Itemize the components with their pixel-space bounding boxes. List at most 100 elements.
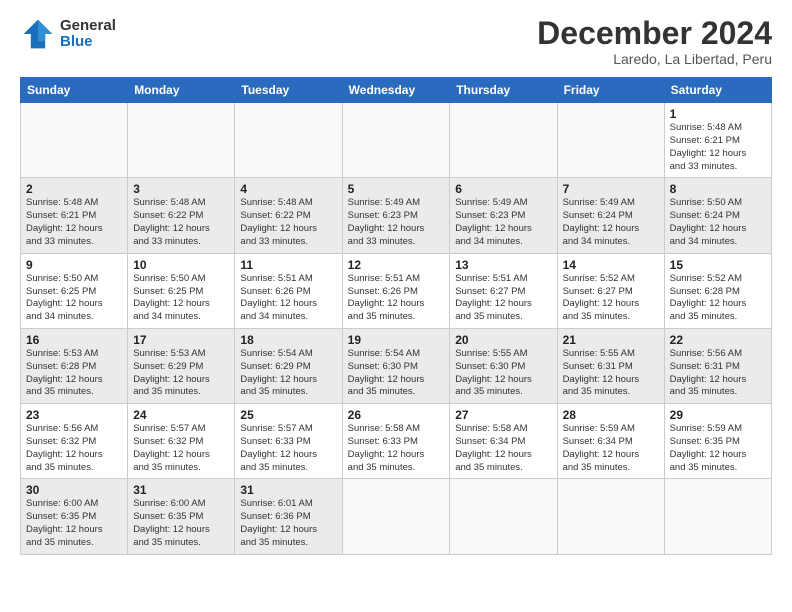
calendar-cell: 31Sunrise: 6:01 AM Sunset: 6:36 PM Dayli… <box>235 479 342 554</box>
day-number: 28 <box>563 408 659 422</box>
day-number: 31 <box>240 483 336 497</box>
calendar-week-6: 30Sunrise: 6:00 AM Sunset: 6:35 PM Dayli… <box>21 479 772 554</box>
header-friday: Friday <box>557 78 664 103</box>
day-info: Sunrise: 5:51 AM Sunset: 6:27 PM Dayligh… <box>455 273 551 324</box>
day-info: Sunrise: 5:49 AM Sunset: 6:23 PM Dayligh… <box>455 197 551 248</box>
day-info: Sunrise: 5:58 AM Sunset: 6:34 PM Dayligh… <box>455 423 551 474</box>
day-number: 10 <box>133 258 229 272</box>
calendar-cell: 15Sunrise: 5:52 AM Sunset: 6:28 PM Dayli… <box>664 253 771 328</box>
day-number: 3 <box>133 182 229 196</box>
day-info: Sunrise: 5:48 AM Sunset: 6:21 PM Dayligh… <box>26 197 122 248</box>
calendar-week-5: 23Sunrise: 5:56 AM Sunset: 6:32 PM Dayli… <box>21 404 772 479</box>
day-number: 7 <box>563 182 659 196</box>
day-info: Sunrise: 5:59 AM Sunset: 6:35 PM Dayligh… <box>670 423 766 474</box>
logo: General Blue <box>20 16 116 52</box>
calendar-cell: 24Sunrise: 5:57 AM Sunset: 6:32 PM Dayli… <box>128 404 235 479</box>
day-number: 8 <box>670 182 766 196</box>
calendar-cell: 20Sunrise: 5:55 AM Sunset: 6:30 PM Dayli… <box>450 328 557 403</box>
day-number: 23 <box>26 408 122 422</box>
day-info: Sunrise: 5:55 AM Sunset: 6:31 PM Dayligh… <box>563 348 659 399</box>
calendar-cell <box>342 479 450 554</box>
day-info: Sunrise: 5:54 AM Sunset: 6:30 PM Dayligh… <box>348 348 445 399</box>
logo-text: General Blue <box>60 18 116 51</box>
calendar-cell: 17Sunrise: 5:53 AM Sunset: 6:29 PM Dayli… <box>128 328 235 403</box>
calendar-cell: 4Sunrise: 5:48 AM Sunset: 6:22 PM Daylig… <box>235 178 342 253</box>
header-wednesday: Wednesday <box>342 78 450 103</box>
day-number: 25 <box>240 408 336 422</box>
calendar-cell <box>450 479 557 554</box>
day-number: 9 <box>26 258 122 272</box>
header-thursday: Thursday <box>450 78 557 103</box>
calendar-week-2: 2Sunrise: 5:48 AM Sunset: 6:21 PM Daylig… <box>21 178 772 253</box>
calendar-cell: 14Sunrise: 5:52 AM Sunset: 6:27 PM Dayli… <box>557 253 664 328</box>
logo-icon <box>20 16 56 52</box>
day-info: Sunrise: 5:50 AM Sunset: 6:24 PM Dayligh… <box>670 197 766 248</box>
day-info: Sunrise: 5:51 AM Sunset: 6:26 PM Dayligh… <box>348 273 445 324</box>
title-block: December 2024 Laredo, La Libertad, Peru <box>537 16 772 67</box>
day-info: Sunrise: 6:00 AM Sunset: 6:35 PM Dayligh… <box>26 498 122 549</box>
day-number: 21 <box>563 333 659 347</box>
calendar-cell: 22Sunrise: 5:56 AM Sunset: 6:31 PM Dayli… <box>664 328 771 403</box>
day-info: Sunrise: 5:57 AM Sunset: 6:33 PM Dayligh… <box>240 423 336 474</box>
day-info: Sunrise: 5:49 AM Sunset: 6:24 PM Dayligh… <box>563 197 659 248</box>
calendar-cell <box>128 103 235 178</box>
logo-general: General <box>60 18 116 35</box>
calendar-cell: 6Sunrise: 5:49 AM Sunset: 6:23 PM Daylig… <box>450 178 557 253</box>
day-info: Sunrise: 5:51 AM Sunset: 6:26 PM Dayligh… <box>240 273 336 324</box>
day-number: 2 <box>26 182 122 196</box>
calendar-cell <box>557 103 664 178</box>
day-info: Sunrise: 5:49 AM Sunset: 6:23 PM Dayligh… <box>348 197 445 248</box>
calendar-header-row: Sunday Monday Tuesday Wednesday Thursday… <box>21 78 772 103</box>
logo-blue: Blue <box>60 34 116 51</box>
calendar-cell: 25Sunrise: 5:57 AM Sunset: 6:33 PM Dayli… <box>235 404 342 479</box>
day-number: 29 <box>670 408 766 422</box>
calendar-cell: 27Sunrise: 5:58 AM Sunset: 6:34 PM Dayli… <box>450 404 557 479</box>
location-subtitle: Laredo, La Libertad, Peru <box>537 51 772 67</box>
day-number: 22 <box>670 333 766 347</box>
day-number: 6 <box>455 182 551 196</box>
day-info: Sunrise: 5:55 AM Sunset: 6:30 PM Dayligh… <box>455 348 551 399</box>
day-info: Sunrise: 5:57 AM Sunset: 6:32 PM Dayligh… <box>133 423 229 474</box>
calendar-week-1: 1Sunrise: 5:48 AM Sunset: 6:21 PM Daylig… <box>21 103 772 178</box>
day-info: Sunrise: 5:50 AM Sunset: 6:25 PM Dayligh… <box>26 273 122 324</box>
day-number: 14 <box>563 258 659 272</box>
day-number: 18 <box>240 333 336 347</box>
calendar-cell: 29Sunrise: 5:59 AM Sunset: 6:35 PM Dayli… <box>664 404 771 479</box>
calendar-cell: 5Sunrise: 5:49 AM Sunset: 6:23 PM Daylig… <box>342 178 450 253</box>
day-info: Sunrise: 5:58 AM Sunset: 6:33 PM Dayligh… <box>348 423 445 474</box>
day-number: 17 <box>133 333 229 347</box>
day-info: Sunrise: 5:52 AM Sunset: 6:28 PM Dayligh… <box>670 273 766 324</box>
day-number: 19 <box>348 333 445 347</box>
calendar-cell: 19Sunrise: 5:54 AM Sunset: 6:30 PM Dayli… <box>342 328 450 403</box>
calendar-table: Sunday Monday Tuesday Wednesday Thursday… <box>20 77 772 555</box>
day-number: 24 <box>133 408 229 422</box>
calendar-cell <box>450 103 557 178</box>
calendar-cell: 30Sunrise: 6:00 AM Sunset: 6:35 PM Dayli… <box>21 479 128 554</box>
day-number: 12 <box>348 258 445 272</box>
day-info: Sunrise: 5:56 AM Sunset: 6:31 PM Dayligh… <box>670 348 766 399</box>
day-info: Sunrise: 6:01 AM Sunset: 6:36 PM Dayligh… <box>240 498 336 549</box>
day-number: 13 <box>455 258 551 272</box>
day-info: Sunrise: 5:48 AM Sunset: 6:22 PM Dayligh… <box>240 197 336 248</box>
calendar-cell: 1Sunrise: 5:48 AM Sunset: 6:21 PM Daylig… <box>664 103 771 178</box>
header-tuesday: Tuesday <box>235 78 342 103</box>
day-number: 30 <box>26 483 122 497</box>
day-info: Sunrise: 5:56 AM Sunset: 6:32 PM Dayligh… <box>26 423 122 474</box>
calendar-cell: 21Sunrise: 5:55 AM Sunset: 6:31 PM Dayli… <box>557 328 664 403</box>
calendar-cell: 11Sunrise: 5:51 AM Sunset: 6:26 PM Dayli… <box>235 253 342 328</box>
day-info: Sunrise: 6:00 AM Sunset: 6:35 PM Dayligh… <box>133 498 229 549</box>
day-info: Sunrise: 5:53 AM Sunset: 6:29 PM Dayligh… <box>133 348 229 399</box>
calendar-cell: 23Sunrise: 5:56 AM Sunset: 6:32 PM Dayli… <box>21 404 128 479</box>
calendar-cell: 10Sunrise: 5:50 AM Sunset: 6:25 PM Dayli… <box>128 253 235 328</box>
calendar-cell: 26Sunrise: 5:58 AM Sunset: 6:33 PM Dayli… <box>342 404 450 479</box>
calendar-cell <box>557 479 664 554</box>
day-number: 31 <box>133 483 229 497</box>
calendar-cell: 31Sunrise: 6:00 AM Sunset: 6:35 PM Dayli… <box>128 479 235 554</box>
calendar-cell <box>342 103 450 178</box>
day-number: 16 <box>26 333 122 347</box>
day-info: Sunrise: 5:53 AM Sunset: 6:28 PM Dayligh… <box>26 348 122 399</box>
day-number: 20 <box>455 333 551 347</box>
header-saturday: Saturday <box>664 78 771 103</box>
day-number: 4 <box>240 182 336 196</box>
day-info: Sunrise: 5:48 AM Sunset: 6:22 PM Dayligh… <box>133 197 229 248</box>
